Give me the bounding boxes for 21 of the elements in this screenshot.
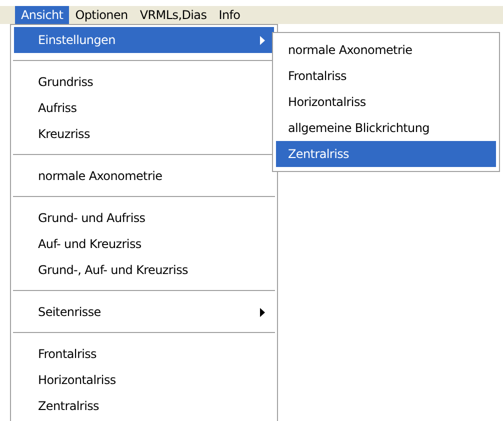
menu-item[interactable]: Einstellungen	[14, 27, 274, 53]
menu-bar-item[interactable]: Ansicht	[15, 6, 70, 24]
menu-item[interactable]: Horizontalriss	[14, 367, 274, 393]
menu-item[interactable]: Auf- und Kreuzriss	[14, 231, 274, 257]
menu-item[interactable]: Grund- und Aufriss	[14, 205, 274, 231]
menu-item[interactable]: Horizontalriss	[276, 89, 496, 115]
menu-item[interactable]: Aufriss	[14, 95, 274, 121]
menu-bar-item[interactable]: Info	[212, 6, 246, 24]
menu-item[interactable]: Seitenrisse	[14, 299, 274, 325]
menu-item[interactable]: Frontalriss	[14, 341, 274, 367]
menu-item[interactable]: Frontalriss	[276, 63, 496, 89]
menu-item[interactable]: Grundriss	[14, 69, 274, 95]
menu-item[interactable]: normale Axonometrie	[14, 163, 274, 189]
menu-item[interactable]: Zentralriss	[14, 393, 274, 419]
menu-item[interactable]: allgemeine Blickrichtung	[276, 115, 496, 141]
menu-item[interactable]: Kreuzriss	[14, 121, 274, 147]
menu-bar-item[interactable]: Optionen	[69, 6, 134, 24]
menu-bar-item[interactable]: VRMLs,Dias	[134, 6, 213, 24]
menu-item[interactable]: Grund-, Auf- und Kreuzriss	[14, 257, 274, 283]
menu-item[interactable]: normale Axonometrie	[276, 37, 496, 63]
menu-item[interactable]: Zentralriss	[276, 141, 496, 167]
